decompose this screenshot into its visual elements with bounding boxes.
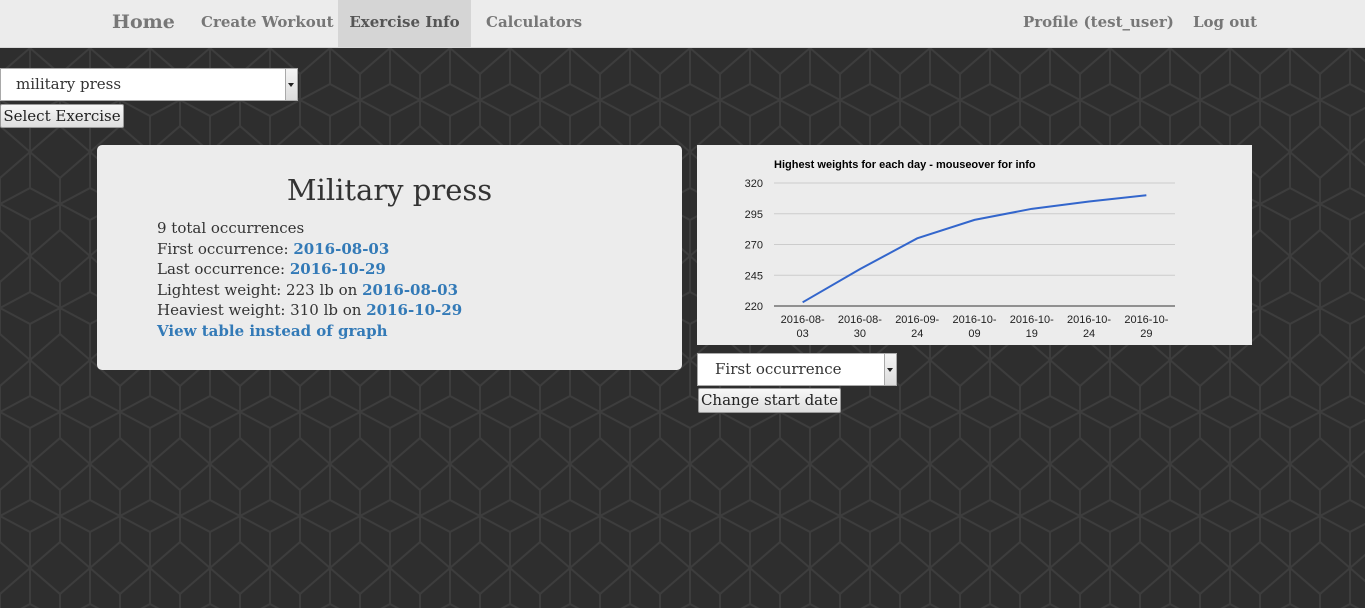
heaviest-weight-label: Heaviest weight: 310 lb on	[157, 301, 367, 319]
weight-chart-svg: Highest weights for each day - mouseover…	[745, 159, 1175, 340]
data-point	[857, 266, 863, 272]
last-occurrence-row: Last occurrence: 2016-10-29	[157, 259, 462, 280]
y-tick-label: 295	[745, 209, 763, 221]
view-table-row: View table instead of graph	[157, 321, 462, 342]
start-date-select[interactable]: First occurrence	[697, 353, 897, 386]
exercise-title: Military press	[286, 173, 493, 207]
view-table-link[interactable]: View table instead of graph	[157, 322, 388, 340]
total-occurrences: 9 total occurrences	[157, 219, 305, 237]
exercise-select[interactable]: military press	[0, 68, 298, 101]
lightest-weight-row: Lightest weight: 223 lb on 2016-08-03	[157, 280, 462, 301]
x-tick-label: 2016-08-30	[838, 314, 882, 340]
exercise-info-card: Military press 9 total occurrences First…	[97, 145, 682, 370]
nav-profile-link[interactable]: Profile (test_user)	[1023, 0, 1174, 47]
x-tick-label: 2016-10-29	[1124, 314, 1168, 340]
start-date-select-value: First occurrence	[715, 360, 842, 378]
series-line	[802, 194, 1147, 304]
y-tick-label: 270	[745, 240, 763, 252]
x-tick-label: 2016-08-03	[781, 314, 825, 340]
y-tick-label: 220	[745, 301, 763, 313]
navbar: Home Create Workout Exercise Info Calcul…	[0, 0, 1365, 48]
first-occurrence-date-link[interactable]: 2016-08-03	[293, 240, 389, 258]
y-tick-label: 320	[745, 178, 763, 190]
data-point	[1029, 206, 1035, 212]
last-occurrence-label: Last occurrence:	[157, 260, 290, 278]
data-point	[800, 299, 806, 305]
heaviest-weight-row: Heaviest weight: 310 lb on 2016-10-29	[157, 300, 462, 321]
data-point	[914, 235, 920, 241]
data-point	[1086, 198, 1092, 204]
nav-create-workout-link[interactable]: Create Workout	[201, 0, 334, 47]
exercise-stats: 9 total occurrences First occurrence: 20…	[157, 218, 462, 341]
x-tick-label: 2016-10-24	[1067, 314, 1111, 340]
x-tick-label: 2016-10-19	[1010, 314, 1054, 340]
nav-home-link[interactable]: Home	[112, 0, 175, 47]
data-point	[1143, 192, 1149, 198]
select-exercise-button[interactable]: Select Exercise	[0, 104, 124, 128]
data-point	[972, 217, 978, 223]
chevron-down-icon	[884, 354, 896, 385]
heaviest-weight-date-link[interactable]: 2016-10-29	[366, 301, 462, 319]
nav-logout-link[interactable]: Log out	[1193, 0, 1257, 47]
x-tick-label: 2016-10-09	[952, 314, 996, 340]
x-tick-label: 2016-09-24	[895, 314, 939, 340]
nav-calculators-link[interactable]: Calculators	[486, 0, 582, 47]
first-occurrence-label: First occurrence:	[157, 239, 294, 258]
lightest-weight-date-link[interactable]: 2016-08-03	[362, 281, 458, 299]
lightest-weight-label: Lightest weight: 223 lb on	[157, 280, 363, 299]
change-start-date-button[interactable]: Change start date	[698, 388, 841, 413]
chevron-down-icon	[285, 69, 297, 100]
first-occurrence-row: First occurrence: 2016-08-03	[157, 239, 462, 260]
last-occurrence-date-link[interactable]: 2016-10-29	[290, 260, 386, 278]
weight-chart[interactable]: Highest weights for each day - mouseover…	[697, 145, 1252, 345]
chart-title: Highest weights for each day - mouseover…	[774, 159, 1036, 171]
exercise-select-value: military press	[16, 75, 122, 93]
nav-exercise-info-link[interactable]: Exercise Info	[338, 0, 471, 47]
y-tick-label: 245	[745, 270, 763, 282]
